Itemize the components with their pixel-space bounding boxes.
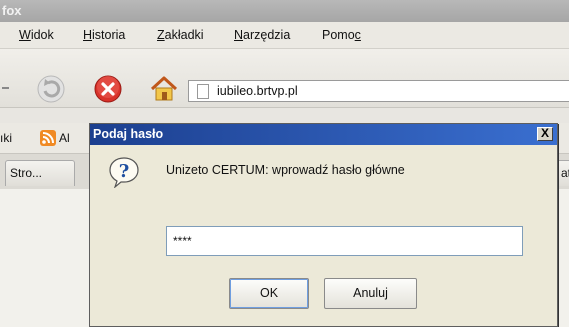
dialog-title: Podaj hasło: [93, 127, 164, 141]
password-field[interactable]: [166, 226, 523, 256]
bookmark-rss-fragment[interactable]: Al: [59, 131, 70, 145]
url-bar[interactable]: iubileo.brtvp.pl: [188, 80, 569, 102]
dialog-close-button[interactable]: X: [537, 127, 553, 141]
url-text: iubileo.brtvp.pl: [217, 84, 298, 98]
question-icon: ?: [109, 157, 139, 188]
stop-icon[interactable]: [93, 74, 123, 104]
password-dialog: Podaj hasło X ? Unizeto CERTUM: wprowadź…: [89, 123, 558, 327]
ok-button[interactable]: OK: [229, 278, 309, 309]
dialog-message: Unizeto CERTUM: wprowadź hasło główne: [166, 163, 405, 177]
menu-historia[interactable]: Historia: [83, 28, 125, 42]
page-icon: [197, 84, 209, 99]
window-titlebar: fox: [0, 0, 569, 22]
svg-text:?: ?: [119, 161, 130, 182]
menu-pomoc[interactable]: Pomoc: [322, 28, 361, 42]
forward-dropdown-icon[interactable]: [0, 81, 14, 95]
cancel-button[interactable]: Anuluj: [324, 278, 417, 309]
menu-narzedzia[interactable]: Narzędzia: [234, 28, 290, 42]
home-icon[interactable]: [149, 74, 179, 104]
dialog-titlebar: Podaj hasło X: [90, 124, 557, 145]
window-title: fox: [2, 3, 22, 18]
tab-left[interactable]: Stro...: [5, 160, 75, 186]
menubar: Widok Historia Zakładki Narzędzia Pomoc: [0, 22, 569, 49]
menu-zakladki[interactable]: Zakładki: [157, 28, 204, 42]
bookmark-label-fragment[interactable]: ıki: [0, 131, 12, 145]
rss-icon: [40, 130, 56, 146]
menu-widok[interactable]: Widok: [19, 28, 54, 42]
reload-icon[interactable]: [36, 74, 66, 104]
